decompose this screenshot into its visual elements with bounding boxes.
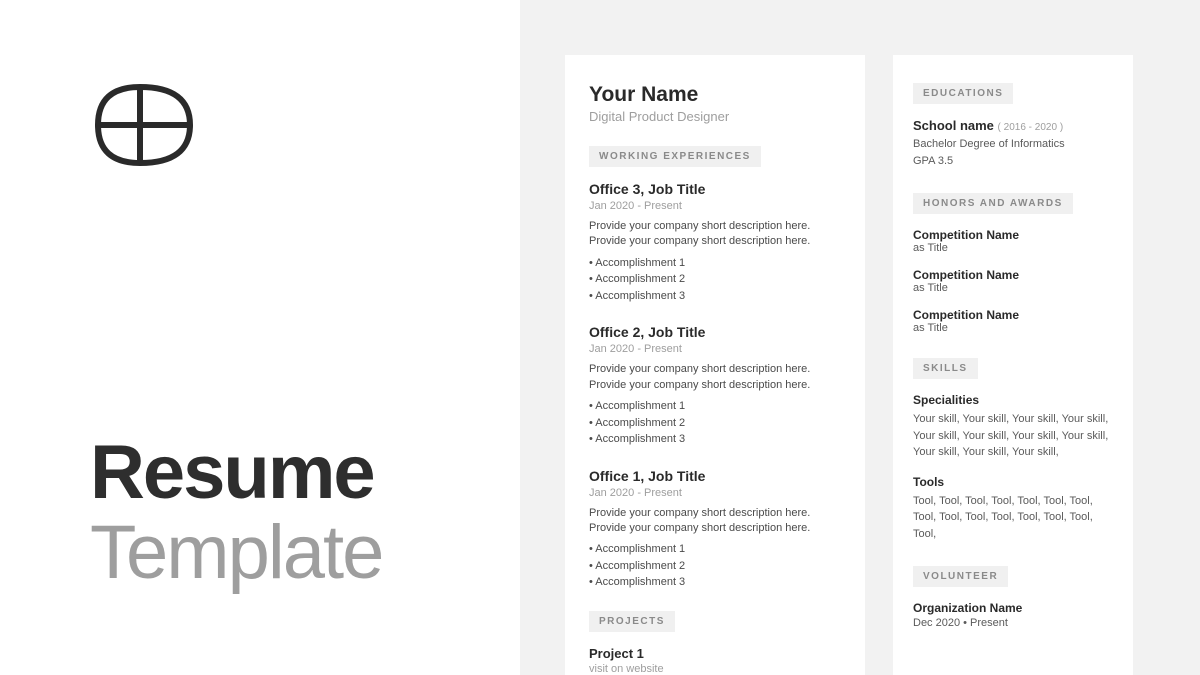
volunteer-org: Organization Name [913,601,1113,615]
tools-list: Tool, Tool, Tool, Tool, Tool, Tool, Tool… [913,493,1113,543]
job-accomplishment: • Accomplishment 1 [589,541,841,558]
job-accomplishment: • Accomplishment 3 [589,431,841,448]
volunteer-dates: Dec 2020 • Present [913,615,1113,632]
specialities-heading: Specialities [913,393,1113,407]
job-entry: Office 1, Job Title Jan 2020 - Present P… [589,468,841,591]
job-title: Office 3, Job Title [589,181,841,197]
honor-entry: Competition Name as Title [913,268,1113,294]
job-accomplishment: • Accomplishment 2 [589,415,841,432]
job-dates: Jan 2020 - Present [589,200,841,212]
school-name-text: School name [913,118,994,133]
resume-name: Your Name [589,83,841,107]
job-accomplishment: • Accomplishment 2 [589,271,841,288]
section-label-work: WORKING EXPERIENCES [589,146,761,167]
job-accomplishment: • Accomplishment 3 [589,288,841,305]
education-entry: School name ( 2016 - 2020 ) Bachelor Deg… [913,118,1113,169]
skills-block: Specialities Your skill, Your skill, You… [913,393,1113,542]
honors-block: Competition Name as Title Competition Na… [913,228,1113,334]
job-title: Office 1, Job Title [589,468,841,484]
gpa: GPA 3.5 [913,153,1113,170]
project-link: visit on website [589,663,841,675]
tools-heading: Tools [913,475,1113,489]
section-label-projects: PROJECTS [589,611,675,632]
logo-icon [90,75,200,175]
section-label-volunteer: VOLUNTEER [913,566,1008,587]
job-dates: Jan 2020 - Present [589,343,841,355]
resume-preview: Your Name Digital Product Designer WORKI… [520,0,1200,675]
job-entry: Office 3, Job Title Jan 2020 - Present P… [589,181,841,304]
job-accomplishment: • Accomplishment 1 [589,398,841,415]
degree: Bachelor Degree of Informatics [913,136,1113,153]
job-accomplishment: • Accomplishment 3 [589,574,841,591]
job-description: Provide your company short description h… [589,506,841,537]
school-years: ( 2016 - 2020 ) [998,122,1064,133]
project-title: Project 1 [589,646,841,661]
section-label-honors: HONORS AND AWARDS [913,193,1073,214]
job-entry: Office 2, Job Title Jan 2020 - Present P… [589,324,841,447]
job-accomplishment: • Accomplishment 2 [589,558,841,575]
school-name: School name ( 2016 - 2020 ) [913,118,1113,133]
cover-title-line1: Resume [90,435,520,511]
honor-role: as Title [913,242,1113,254]
honor-name: Competition Name [913,308,1113,322]
cover-title-line2: Template [90,511,520,595]
section-label-educations: EDUCATIONS [913,83,1013,104]
honor-role: as Title [913,322,1113,334]
honor-role: as Title [913,282,1113,294]
honor-name: Competition Name [913,228,1113,242]
resume-side-column: EDUCATIONS School name ( 2016 - 2020 ) B… [893,55,1133,675]
honor-entry: Competition Name as Title [913,308,1113,334]
resume-role: Digital Product Designer [589,109,841,124]
cover-panel: Resume Template [0,0,520,675]
job-accomplishment: • Accomplishment 1 [589,255,841,272]
job-description: Provide your company short description h… [589,362,841,393]
job-title: Office 2, Job Title [589,324,841,340]
job-dates: Jan 2020 - Present [589,487,841,499]
honor-entry: Competition Name as Title [913,228,1113,254]
honor-name: Competition Name [913,268,1113,282]
resume-main-column: Your Name Digital Product Designer WORKI… [565,55,865,675]
job-description: Provide your company short description h… [589,219,841,250]
specialities-list: Your skill, Your skill, Your skill, Your… [913,411,1113,461]
section-label-skills: SKILLS [913,358,978,379]
